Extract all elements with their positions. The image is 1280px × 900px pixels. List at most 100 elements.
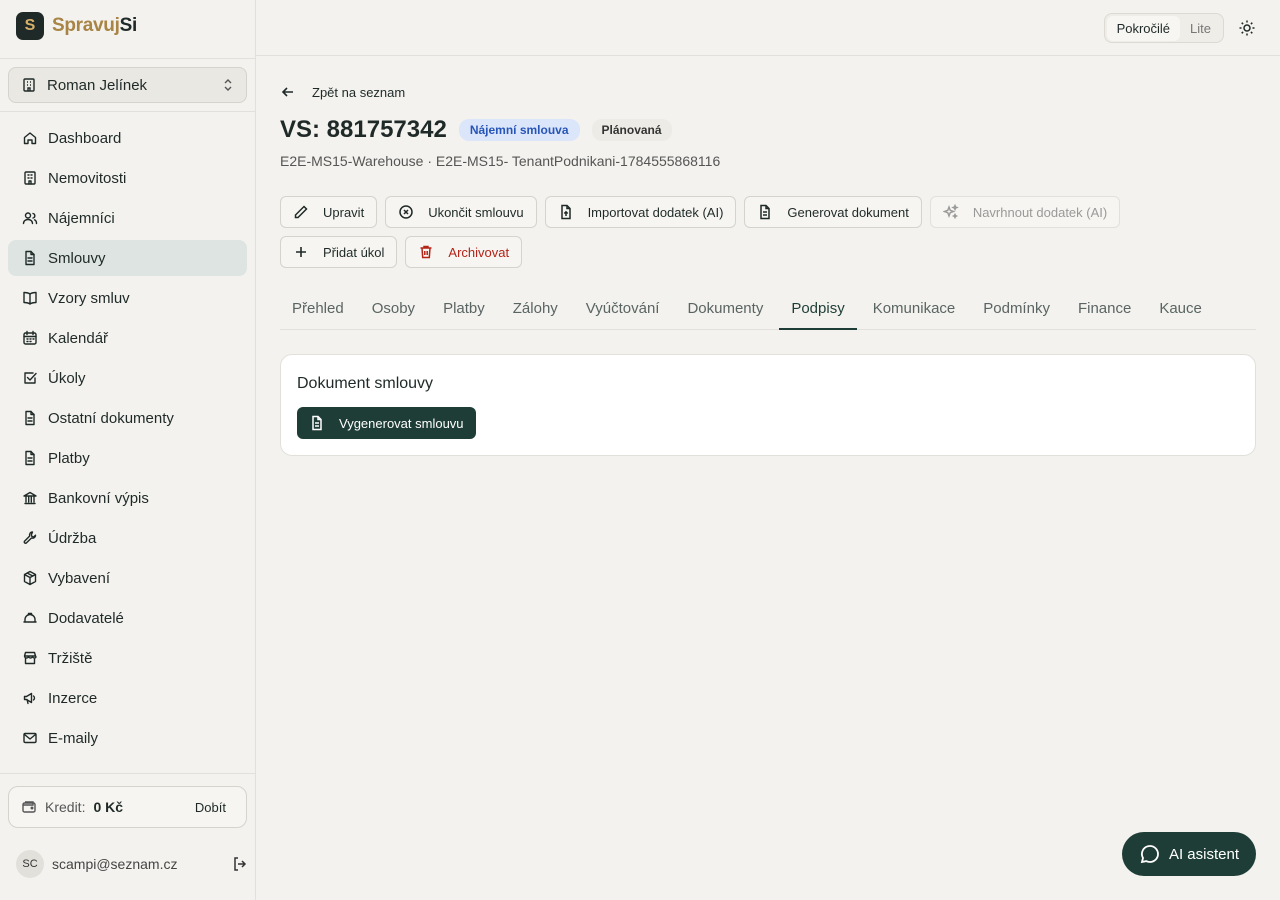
sidebar-item-label: Smlouvy bbox=[48, 249, 106, 267]
mail-icon bbox=[22, 730, 38, 746]
tab-komunikace[interactable]: Komunikace bbox=[861, 292, 968, 330]
edit-button[interactable]: Upravit bbox=[280, 196, 378, 228]
plus-icon bbox=[293, 244, 309, 260]
add-task-button[interactable]: Přidat úkol bbox=[280, 236, 398, 268]
credit-label: Kredit: bbox=[45, 799, 86, 815]
action-toolbar: Upravit Ukončit smlouvu Importovat dodat… bbox=[280, 196, 1160, 268]
tab-osoby[interactable]: Osoby bbox=[360, 292, 427, 330]
ai-assistant-button[interactable]: AI asistent bbox=[1122, 832, 1256, 876]
propose-label: Navrhnout dodatek (AI) bbox=[972, 204, 1108, 220]
generate-contract-label: Vygenerovat smlouvu bbox=[339, 415, 464, 431]
pencil-icon bbox=[293, 204, 309, 220]
bank-icon bbox=[22, 490, 38, 506]
package-icon bbox=[22, 570, 38, 586]
chevron-updown-icon bbox=[222, 78, 234, 92]
document-icon bbox=[309, 415, 325, 431]
user-email: scampi@seznam.cz bbox=[52, 856, 178, 872]
terminate-contract-button[interactable]: Ukončit smlouvu bbox=[385, 196, 537, 228]
credit-value: 0 Kč bbox=[93, 799, 124, 815]
hardhat-icon bbox=[22, 610, 38, 626]
sidebar-item-label: Tržiště bbox=[48, 649, 93, 667]
trash-icon bbox=[418, 244, 434, 260]
tab-platby[interactable]: Platby bbox=[431, 292, 497, 330]
tab-podpisy[interactable]: Podpisy bbox=[779, 292, 857, 330]
contract-document-card: Dokument smlouvy Vygenerovat smlouvu bbox=[280, 354, 1256, 456]
sidebar-item-label: Úkoly bbox=[48, 369, 86, 387]
organization-select[interactable]: Roman Jelínek bbox=[8, 67, 247, 103]
title-row: VS: 881757342 Nájemní smlouva Plánovaná bbox=[280, 116, 672, 144]
calendar-icon bbox=[22, 330, 38, 346]
topbar: Pokročilé Lite bbox=[256, 0, 1280, 56]
import-amendment-button[interactable]: Importovat dodatek (AI) bbox=[544, 196, 737, 228]
propose-amendment-button[interactable]: Navrhnout dodatek (AI) bbox=[929, 196, 1121, 228]
page-subtitle: E2E-MS15-Warehouse · E2E-MS15- TenantPod… bbox=[280, 153, 721, 169]
sidebar: S SpravujSi Roman Jelínek Dashboard Nemov… bbox=[0, 0, 256, 900]
tab-vyuctovani[interactable]: Vyúčtování bbox=[574, 292, 672, 330]
avatar[interactable]: SC bbox=[16, 850, 44, 878]
organization-name: Roman Jelínek bbox=[47, 76, 148, 94]
wrench-icon bbox=[22, 530, 38, 546]
sidebar-item-label: Vzory smluv bbox=[48, 289, 130, 307]
add-task-label: Přidat úkol bbox=[323, 244, 385, 260]
x-circle-icon bbox=[398, 204, 414, 220]
mode-advanced-button[interactable]: Pokročilé bbox=[1106, 15, 1181, 41]
tab-kauce[interactable]: Kauce bbox=[1147, 292, 1214, 330]
sidebar-item-label: Údržba bbox=[48, 529, 97, 547]
tab-zalohy[interactable]: Zálohy bbox=[501, 292, 570, 330]
sidebar-item-label: Ostatní dokumenty bbox=[48, 409, 174, 427]
wallet-icon bbox=[21, 799, 37, 815]
user-row: SC scampi@seznam.cz bbox=[16, 850, 248, 878]
megaphone-icon bbox=[22, 690, 38, 706]
tab-finance[interactable]: Finance bbox=[1066, 292, 1143, 330]
mode-lite-button[interactable]: Lite bbox=[1180, 16, 1221, 41]
sidebar-item-kalendar[interactable]: Kalendář bbox=[8, 320, 247, 356]
archive-label: Archivovat bbox=[448, 244, 510, 260]
logo-text: SpravujSi bbox=[52, 15, 137, 36]
credit-box: Kredit: 0 Kč Dobít bbox=[8, 786, 247, 828]
sidebar-item-dashboard[interactable]: Dashboard bbox=[8, 120, 247, 156]
sidebar-item-trziste[interactable]: Tržiště bbox=[8, 640, 247, 676]
terminate-label: Ukončit smlouvu bbox=[428, 204, 524, 220]
sidebar-item-vzory-smluv[interactable]: Vzory smluv bbox=[8, 280, 247, 316]
tab-dokumenty[interactable]: Dokumenty bbox=[675, 292, 775, 330]
sidebar-item-label: Vybavení bbox=[48, 569, 110, 587]
generate-document-button[interactable]: Generovat dokument bbox=[744, 196, 922, 228]
sidebar-item-inzerce[interactable]: Inzerce bbox=[8, 680, 247, 716]
sidebar-item-e-maily[interactable]: E-maily bbox=[8, 720, 247, 756]
sidebar-item-platby[interactable]: Platby bbox=[8, 440, 247, 476]
back-link[interactable]: Zpět na seznam bbox=[280, 84, 405, 100]
sidebar-item-label: Inzerce bbox=[48, 689, 98, 707]
book-icon bbox=[22, 290, 38, 306]
sidebar-item-dodavatele[interactable]: Dodavatelé bbox=[8, 600, 247, 636]
users-icon bbox=[22, 210, 38, 226]
document-icon bbox=[757, 204, 773, 220]
tab-prehled[interactable]: Přehled bbox=[280, 292, 356, 330]
sidebar-item-najemnici[interactable]: Nájemníci bbox=[8, 200, 247, 236]
document-icon bbox=[22, 450, 38, 466]
logout-icon[interactable] bbox=[232, 856, 248, 872]
sidebar-item-vybaveni[interactable]: Vybavení bbox=[8, 560, 247, 596]
sidebar-item-smlouvy[interactable]: Smlouvy bbox=[8, 240, 247, 276]
archive-button[interactable]: Archivovat bbox=[405, 236, 523, 268]
sidebar-divider bbox=[0, 111, 255, 112]
generate-contract-button[interactable]: Vygenerovat smlouvu bbox=[297, 407, 476, 439]
app-logo[interactable]: S SpravujSi bbox=[16, 12, 137, 40]
sidebar-item-ostatni-dokumenty[interactable]: Ostatní dokumenty bbox=[8, 400, 247, 436]
sidebar-item-ukoly[interactable]: Úkoly bbox=[8, 360, 247, 396]
sidebar-item-nemovitosti[interactable]: Nemovitosti bbox=[8, 160, 247, 196]
sparkles-icon bbox=[942, 204, 959, 220]
sidebar-item-label: Dodavatelé bbox=[48, 609, 124, 627]
generate-label: Generovat dokument bbox=[787, 204, 909, 220]
topup-button[interactable]: Dobít bbox=[187, 796, 234, 819]
status-badge: Plánovaná bbox=[591, 119, 672, 141]
sidebar-item-label: Bankovní výpis bbox=[48, 489, 149, 507]
sun-icon[interactable] bbox=[1238, 19, 1256, 37]
card-title: Dokument smlouvy bbox=[297, 375, 434, 392]
chat-bubble-icon bbox=[1139, 843, 1161, 865]
sidebar-item-udrzba[interactable]: Údržba bbox=[8, 520, 247, 556]
sidebar-item-bankovni-vypis[interactable]: Bankovní výpis bbox=[8, 480, 247, 516]
checkbox-icon bbox=[22, 370, 38, 386]
tab-podminky[interactable]: Podmínky bbox=[971, 292, 1062, 330]
folder-icon bbox=[22, 410, 38, 426]
building-icon bbox=[21, 77, 37, 93]
